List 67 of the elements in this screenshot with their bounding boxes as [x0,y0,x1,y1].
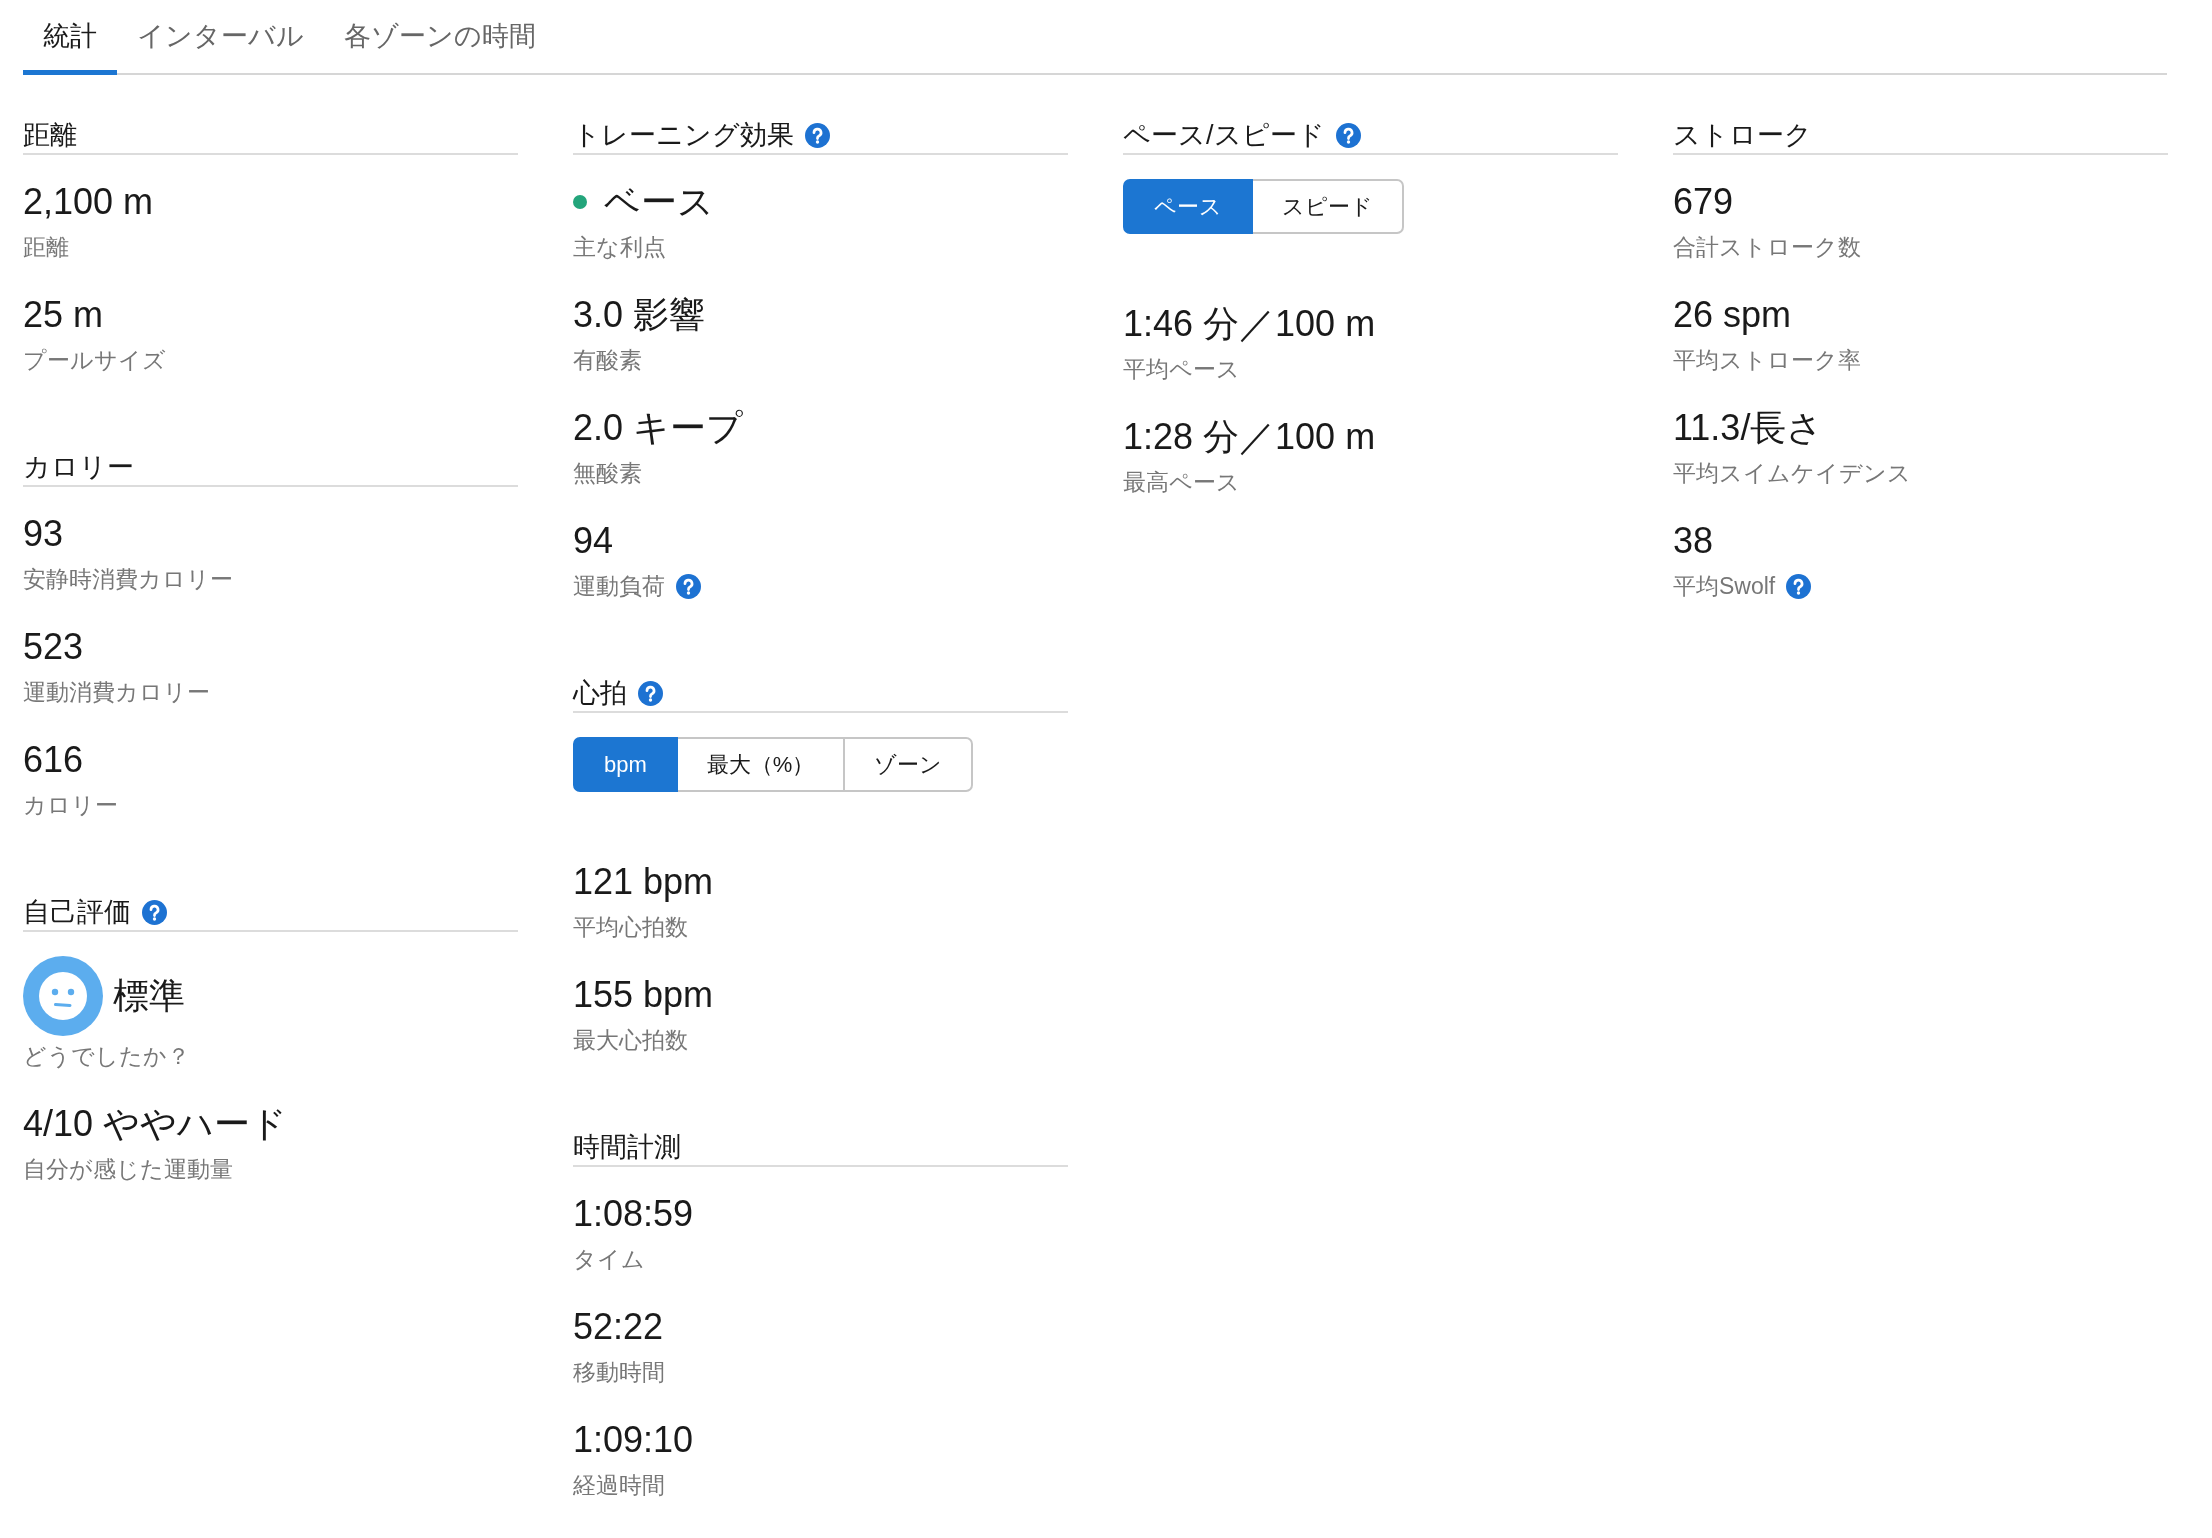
stat-value: 52:22 [573,1305,664,1349]
stat-label: 平均ペース [1123,355,1240,384]
stat-label: どうでしたか？ [23,1042,190,1071]
stat-value: 121 bpm [573,860,714,904]
section-title: トレーニング効果 [573,119,794,152]
stat-value: 1:28 分／100 m [1123,415,1376,459]
tab[interactable]: 統計 [23,0,117,75]
stat-value: 25 m [23,293,104,337]
stat-value: 標準 [113,974,185,1018]
stat-label: 運動負荷 [573,572,665,601]
stat-value: 3.0 影響 [573,293,706,337]
segment-button[interactable]: ゾーン [845,737,974,792]
help-icon[interactable] [1786,573,1812,599]
tab[interactable]: インターバル [117,0,324,75]
stat-label: 最大心拍数 [573,1026,688,1055]
section-title: ストローク [1673,119,1812,152]
stat-label: 距離 [23,233,69,262]
stat-value: 523 [23,625,84,669]
stat-value: ベース [604,180,714,224]
segment-button[interactable]: bpm [573,737,678,792]
stat-label: 自分が感じた運動量 [23,1155,233,1184]
stat-value: 38 [1673,519,1714,563]
neutral-face-icon [23,956,103,1036]
segment-button[interactable]: 最大（%） [677,737,846,792]
stat-label: カロリー [23,791,118,820]
stat-label: 経過時間 [573,1471,665,1500]
stat-label: 平均心拍数 [573,913,688,942]
stat-value: 26 spm [1673,293,1792,337]
help-icon[interactable] [805,122,830,148]
stat-value: 93 [23,512,64,556]
stat-value: 94 [573,519,614,563]
section-title: ペース/スピード [1123,119,1325,152]
stat-label: タイム [573,1245,645,1274]
section-title: 心拍 [573,677,627,710]
stat-label: 有酸素 [573,346,642,375]
stat-value: 2,100 m [23,180,154,224]
stat-value: 616 [23,738,84,782]
section-title: カロリー [23,451,134,484]
section-title: 時間計測 [573,1131,681,1164]
segment-button[interactable]: スピード [1253,179,1404,234]
stat-value: 4/10 ややハード [23,1102,288,1146]
stat-label: 合計ストローク数 [1673,233,1861,262]
stat-label: 安静時消費カロリー [23,565,233,594]
stat-label: 平均スイムケイデンス [1673,459,1911,488]
stat-value: 1:08:59 [573,1192,694,1236]
help-icon[interactable] [142,899,167,925]
stat-label: プールサイズ [23,346,166,375]
stat-label: 移動時間 [573,1358,665,1387]
stat-value: 155 bpm [573,973,714,1017]
tab[interactable]: 各ゾーンの時間 [324,0,556,75]
stat-label: 主な利点 [573,233,666,262]
stat-value: 1:46 分／100 m [1123,302,1376,346]
section-title: 自己評価 [23,896,131,929]
stat-value: 11.3/長さ [1673,406,1824,450]
stat-label: 平均Swolf [1673,572,1776,601]
stat-label: 最高ペース [1123,468,1240,497]
stat-value: 1:09:10 [573,1418,694,1462]
stat-value: 679 [1673,180,1734,224]
segment-button[interactable]: ペース [1123,179,1253,234]
stat-label: 平均ストローク率 [1673,346,1861,375]
help-icon[interactable] [1335,122,1361,148]
stat-value: 2.0 キープ [573,406,744,450]
help-icon[interactable] [676,573,701,599]
stat-label: 運動消費カロリー [23,678,210,707]
help-icon[interactable] [638,680,663,706]
stat-label: 無酸素 [573,459,642,488]
section-title: 距離 [23,119,77,152]
